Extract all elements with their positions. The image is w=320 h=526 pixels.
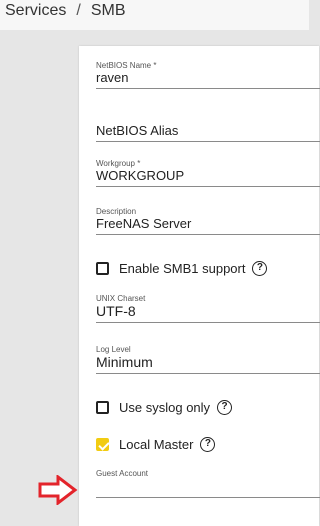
- use-syslog-label[interactable]: Use syslog only: [119, 400, 210, 415]
- use-syslog-checkbox[interactable]: [96, 401, 109, 414]
- local-master-row[interactable]: Local Master ?: [96, 437, 216, 452]
- unix-charset-select[interactable]: UTF-8: [96, 303, 320, 323]
- log-level-label: Log Level: [96, 345, 131, 354]
- netbios-name-label: NetBIOS Name *: [96, 61, 157, 70]
- breadcrumb-current: SMB: [90, 2, 126, 19]
- enable-smb1-row[interactable]: Enable SMB1 support ?: [96, 261, 268, 276]
- netbios-name-input[interactable]: raven: [96, 70, 320, 89]
- enable-smb1-checkbox[interactable]: [96, 262, 109, 275]
- netbios-name-field[interactable]: NetBIOS Name * raven: [96, 61, 320, 89]
- netbios-alias-field[interactable]: NetBIOS Alias: [96, 123, 320, 142]
- top-bar: Services / SMB: [0, 0, 309, 30]
- local-master-label[interactable]: Local Master: [119, 437, 193, 452]
- guest-account-input[interactable]: [96, 478, 320, 498]
- description-field[interactable]: Description FreeNAS Server: [96, 207, 320, 235]
- arrow-right-icon: [38, 475, 78, 505]
- smb-settings-card: NetBIOS Name * raven NetBIOS Alias Workg…: [79, 46, 320, 526]
- description-label: Description: [96, 207, 137, 216]
- netbios-alias-input[interactable]: NetBIOS Alias: [96, 123, 320, 142]
- help-circle-icon[interactable]: ?: [252, 261, 268, 276]
- help-circle-icon[interactable]: ?: [217, 400, 233, 415]
- workgroup-input[interactable]: WORKGROUP: [96, 168, 320, 187]
- enable-smb1-label[interactable]: Enable SMB1 support: [119, 261, 245, 276]
- unix-charset-field[interactable]: UNIX Charset UTF-8: [96, 294, 320, 323]
- unix-charset-label: UNIX Charset: [96, 294, 146, 303]
- description-input[interactable]: FreeNAS Server: [96, 216, 320, 235]
- use-syslog-row[interactable]: Use syslog only ?: [96, 400, 233, 415]
- help-circle-icon[interactable]: ?: [200, 437, 216, 452]
- log-level-select[interactable]: Minimum: [96, 354, 320, 374]
- local-master-checkbox[interactable]: [96, 438, 109, 451]
- breadcrumb-separator: /: [76, 2, 81, 19]
- log-level-field[interactable]: Log Level Minimum: [96, 345, 320, 374]
- breadcrumb: Services / SMB: [5, 2, 125, 20]
- breadcrumb-services[interactable]: Services: [5, 2, 66, 19]
- workgroup-label: Workgroup *: [96, 159, 141, 168]
- guest-account-field[interactable]: Guest Account: [96, 469, 320, 498]
- workgroup-field[interactable]: Workgroup * WORKGROUP: [96, 159, 320, 187]
- guest-account-label: Guest Account: [96, 469, 149, 478]
